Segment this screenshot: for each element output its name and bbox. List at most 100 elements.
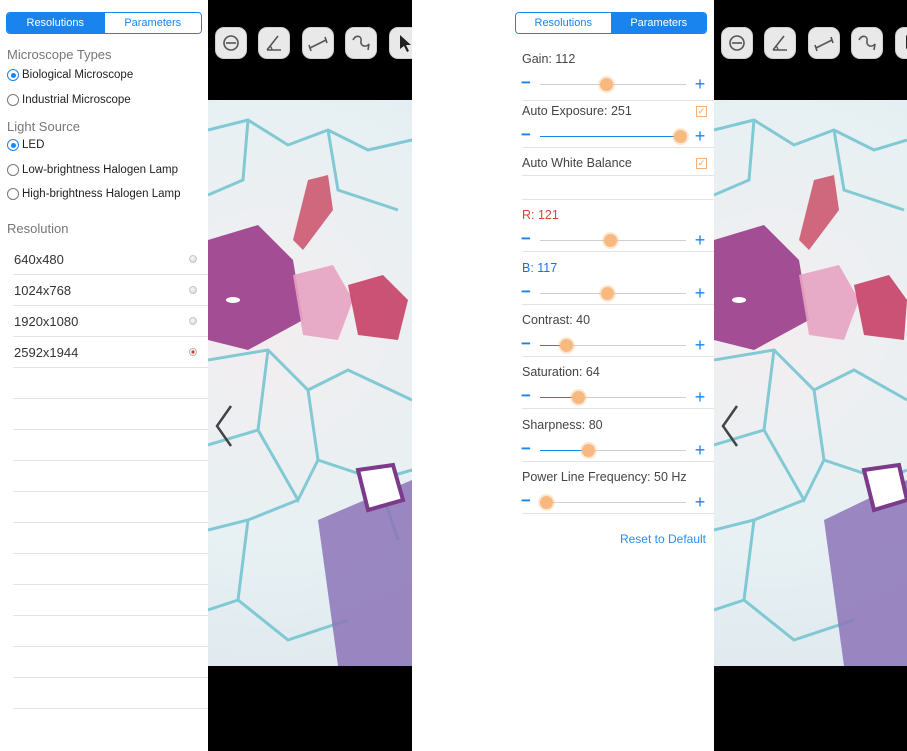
angle-tool-button[interactable] xyxy=(258,27,291,59)
radio-unselected-icon xyxy=(189,317,197,325)
contrast-decrease-button[interactable]: − xyxy=(521,335,533,352)
resolution-item-2592x1944[interactable]: 2592x1944 xyxy=(13,337,208,368)
sharpness-slider[interactable] xyxy=(540,444,686,457)
slider-thumb[interactable] xyxy=(560,339,574,352)
gain-decrease-button[interactable]: − xyxy=(521,74,533,91)
radio-unselected-icon xyxy=(7,188,19,200)
blue-decrease-button[interactable]: − xyxy=(521,283,533,300)
pointer-tool-button[interactable] xyxy=(894,27,907,59)
resolution-label: 1024x768 xyxy=(14,282,72,298)
camera-view xyxy=(714,0,907,751)
screen-resolutions: Resolutions Parameters Microscope Types … xyxy=(0,0,412,751)
list-item-empty xyxy=(13,399,208,430)
slider-thumb[interactable] xyxy=(599,78,613,91)
radio-selected-icon xyxy=(189,348,197,356)
settings-panel: Resolutions Parameters Microscope Types … xyxy=(0,0,208,751)
frequency-decrease-button[interactable]: − xyxy=(521,492,533,509)
saturation-decrease-button[interactable]: − xyxy=(521,387,533,404)
auto-white-balance-checkbox[interactable]: ✓ xyxy=(696,158,707,169)
tab-parameters[interactable]: Parameters xyxy=(103,13,201,33)
microscope-image-drawing xyxy=(208,118,412,666)
gain-label: Gain: 112 xyxy=(522,52,576,66)
exposure-increase-button[interactable]: + xyxy=(693,127,707,145)
sharpness-decrease-button[interactable]: − xyxy=(521,440,533,457)
slider-thumb[interactable] xyxy=(674,130,688,143)
gain-increase-button[interactable]: + xyxy=(693,75,707,93)
divider xyxy=(522,251,714,252)
saturation-increase-button[interactable]: + xyxy=(693,388,707,406)
slider-fill xyxy=(540,450,589,451)
angle-tool-icon xyxy=(772,35,788,51)
divider xyxy=(522,356,714,357)
power-line-frequency-label: Power Line Frequency: 50 Hz xyxy=(522,470,687,484)
radio-low-brightness-halogen[interactable]: Low-brightness Halogen Lamp xyxy=(7,164,178,176)
circle-tool-button[interactable] xyxy=(721,27,753,59)
divider xyxy=(522,100,714,101)
gain-slider[interactable] xyxy=(540,78,686,91)
tab-resolutions[interactable]: Resolutions xyxy=(516,13,611,33)
red-increase-button[interactable]: + xyxy=(693,231,707,249)
auto-exposure-checkbox[interactable]: ✓ xyxy=(696,106,707,117)
pointer-tool-button[interactable] xyxy=(388,27,412,59)
resolution-item-1920x1080[interactable]: 1920x1080 xyxy=(13,306,208,337)
radio-unselected-icon xyxy=(7,164,19,176)
resolution-item-1024x768[interactable]: 1024x768 xyxy=(13,275,208,306)
list-item-empty xyxy=(13,647,208,678)
radio-led[interactable]: LED xyxy=(7,139,44,151)
divider xyxy=(522,461,714,462)
exposure-slider[interactable] xyxy=(540,130,688,143)
chevron-left-icon[interactable] xyxy=(213,402,235,450)
pointer-tool-icon xyxy=(905,35,907,49)
radio-label: Biological Microscope xyxy=(22,69,134,81)
chevron-left-icon[interactable] xyxy=(719,402,741,450)
contrast-increase-button[interactable]: + xyxy=(693,336,707,354)
chevron-left-glyph xyxy=(215,405,233,447)
red-decrease-button[interactable]: − xyxy=(521,230,533,247)
slider-thumb[interactable] xyxy=(539,496,553,509)
red-slider[interactable] xyxy=(540,234,686,247)
measurement-toolbar xyxy=(215,27,412,59)
line-tool-icon xyxy=(814,36,834,52)
radio-label: Industrial Microscope xyxy=(22,94,131,106)
radio-industrial-microscope[interactable]: Industrial Microscope xyxy=(7,94,131,106)
saturation-slider[interactable] xyxy=(540,391,686,404)
divider xyxy=(522,304,714,305)
list-item-empty xyxy=(13,523,208,554)
slider-thumb[interactable] xyxy=(601,287,615,300)
radio-label: High-brightness Halogen Lamp xyxy=(22,188,181,200)
tab-resolutions[interactable]: Resolutions xyxy=(7,13,104,33)
sharpness-label: Sharpness: 80 xyxy=(522,418,603,432)
radio-biological-microscope[interactable]: Biological Microscope xyxy=(7,69,133,81)
slider-thumb[interactable] xyxy=(604,234,618,247)
reset-to-default-button[interactable]: Reset to Default xyxy=(620,532,706,546)
circle-tool-button[interactable] xyxy=(215,27,247,59)
blue-slider[interactable] xyxy=(540,287,686,300)
settings-panel: Resolutions Parameters Gain: 112 − + Aut… xyxy=(509,0,714,751)
exposure-decrease-button[interactable]: − xyxy=(521,126,533,143)
auto-white-balance-label: Auto White Balance xyxy=(522,156,632,170)
line-tool-button[interactable] xyxy=(807,27,840,59)
blue-increase-button[interactable]: + xyxy=(693,284,707,302)
freehand-tool-button[interactable] xyxy=(851,27,884,59)
chevron-left-glyph xyxy=(721,405,739,447)
tab-parameters[interactable]: Parameters xyxy=(610,13,706,33)
line-tool-button[interactable] xyxy=(301,27,334,59)
list-item-empty xyxy=(13,461,208,492)
contrast-label: Contrast: 40 xyxy=(522,313,591,327)
resolution-item-640x480[interactable]: 640x480 xyxy=(13,244,208,275)
circle-tool-icon xyxy=(223,35,239,51)
contrast-slider[interactable] xyxy=(540,339,686,352)
freehand-tool-button[interactable] xyxy=(345,27,378,59)
angle-tool-button[interactable] xyxy=(764,27,797,59)
measurement-toolbar xyxy=(721,27,907,59)
radio-selected-icon xyxy=(7,139,19,151)
resolution-title: Resolution xyxy=(7,221,69,236)
frequency-increase-button[interactable]: + xyxy=(693,493,707,511)
slider-thumb[interactable] xyxy=(582,444,596,457)
frequency-slider[interactable] xyxy=(539,496,686,509)
angle-tool-icon xyxy=(266,35,282,51)
slider-thumb[interactable] xyxy=(571,391,585,404)
resolution-list: 640x480 1024x768 1920x1080 2592x1944 xyxy=(13,244,208,709)
radio-high-brightness-halogen[interactable]: High-brightness Halogen Lamp xyxy=(7,188,181,200)
sharpness-increase-button[interactable]: + xyxy=(693,441,707,459)
